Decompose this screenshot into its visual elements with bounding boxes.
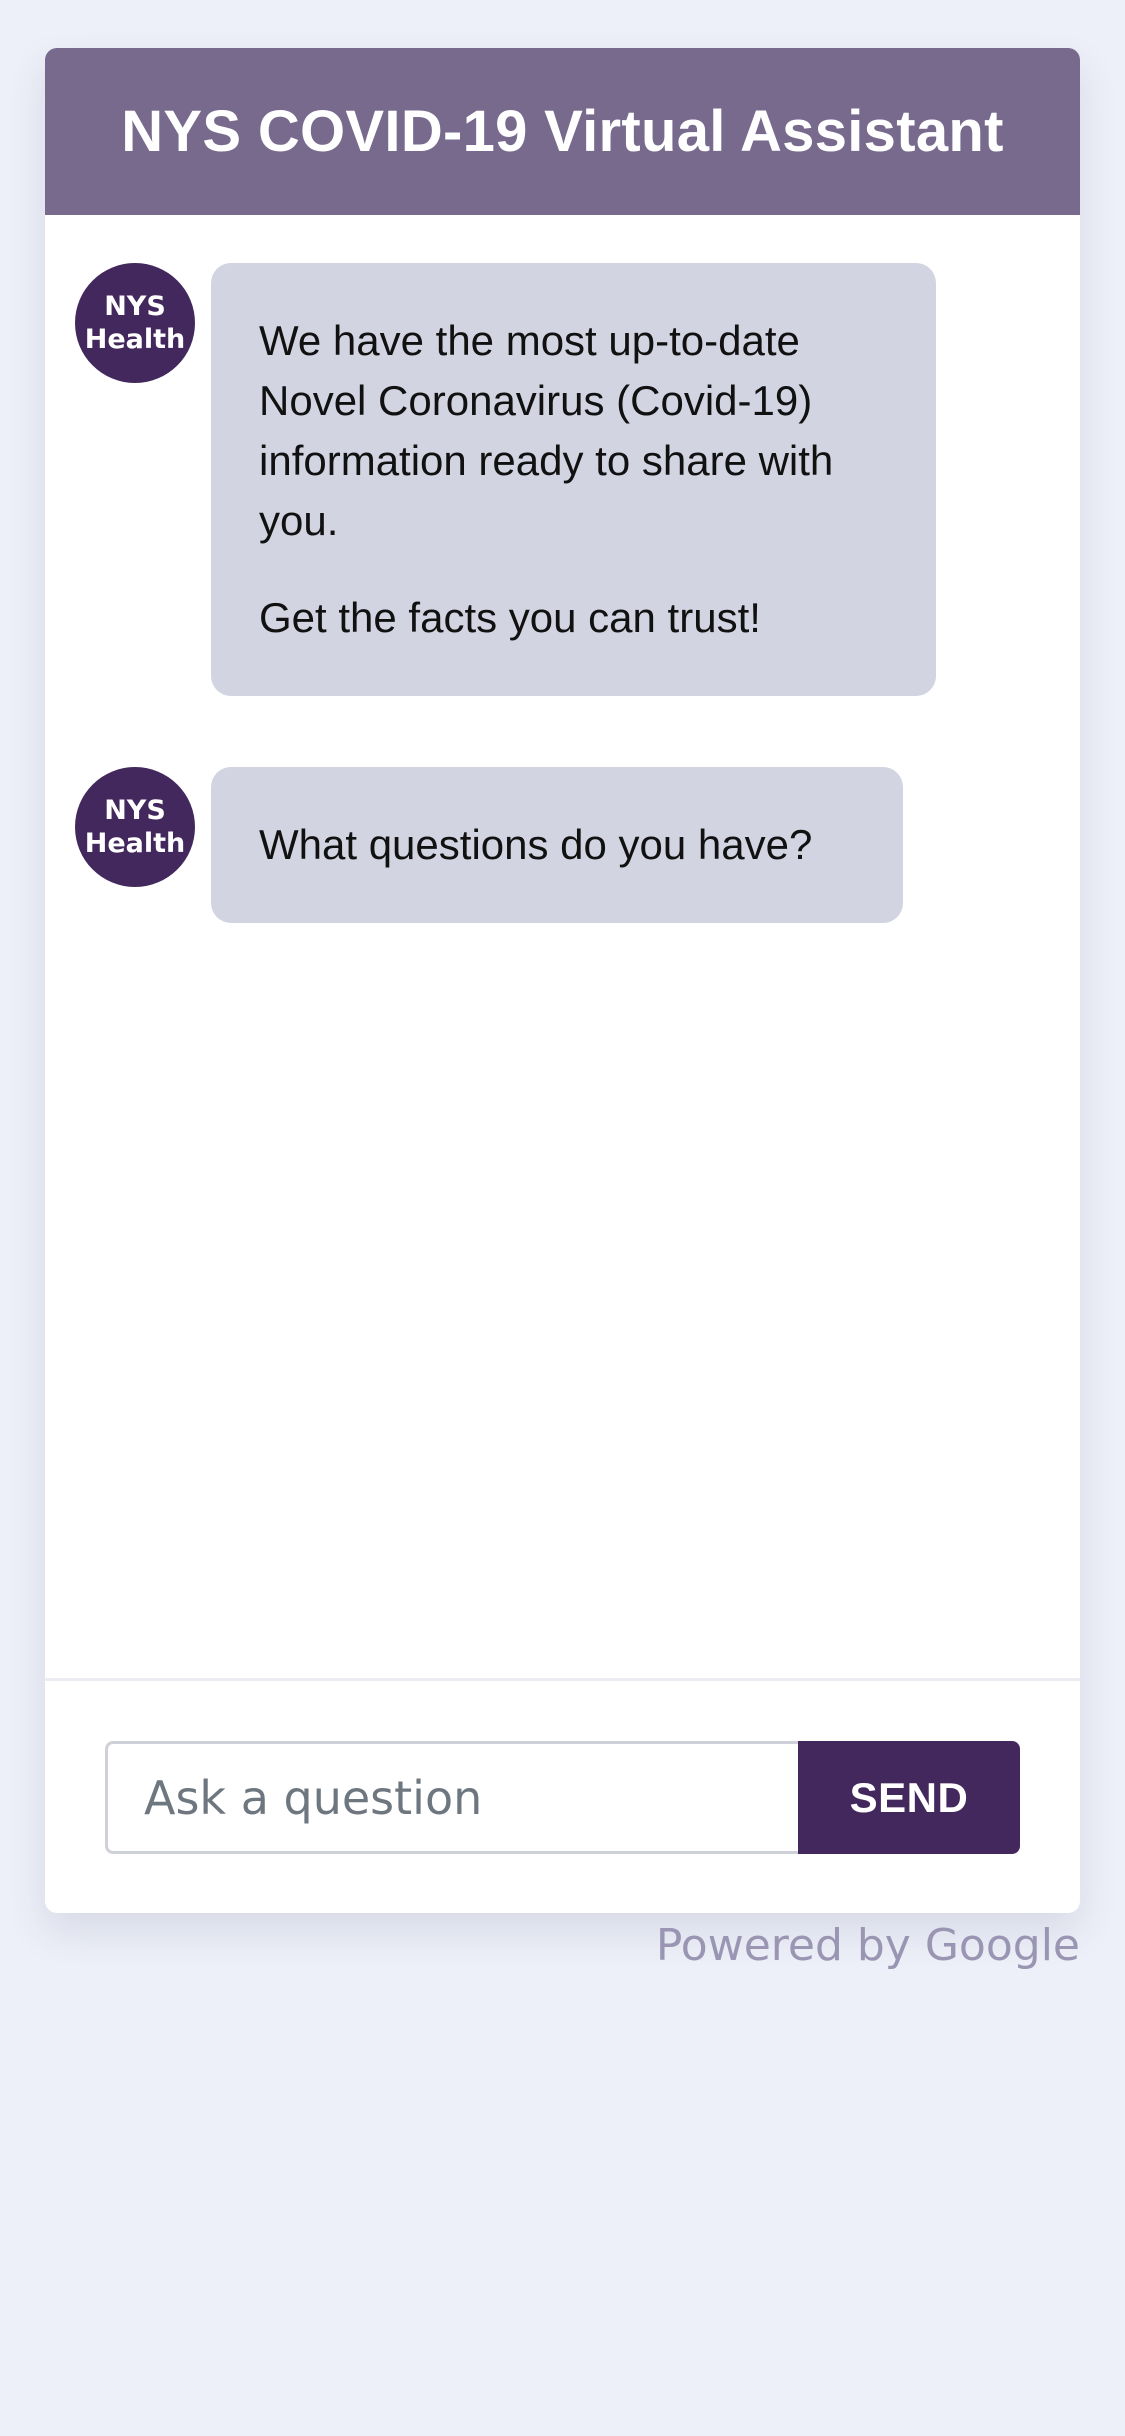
input-divider bbox=[45, 1678, 1080, 1681]
message-bubble: We have the most up-to-date Novel Corona… bbox=[211, 263, 936, 696]
nys-health-logo-icon: NYS Health bbox=[75, 263, 195, 383]
message-text: What questions do you have? bbox=[259, 821, 813, 868]
send-button[interactable]: SEND bbox=[798, 1741, 1020, 1854]
chat-title: NYS COVID-19 Virtual Assistant bbox=[121, 99, 1004, 164]
message-text: We have the most up-to-date Novel Corona… bbox=[259, 317, 834, 544]
avatar-line-1: NYS bbox=[104, 795, 166, 826]
bot-message: NYS Health We have the most up-to-date N… bbox=[75, 263, 936, 696]
avatar-line-2: Health bbox=[84, 828, 186, 859]
avatar-line-1: NYS bbox=[104, 291, 166, 322]
message-text: Get the facts you can trust! bbox=[259, 594, 761, 641]
bot-message: NYS Health What questions do you have? bbox=[75, 767, 903, 923]
powered-by-google: Powered by Google bbox=[655, 1920, 1080, 1971]
message-bubble: What questions do you have? bbox=[211, 767, 903, 923]
message-list[interactable]: NYS Health We have the most up-to-date N… bbox=[45, 215, 1080, 1727]
input-bar: SEND bbox=[105, 1741, 1020, 1854]
chat-header: NYS COVID-19 Virtual Assistant bbox=[45, 48, 1080, 215]
chat-window: NYS COVID-19 Virtual Assistant NYS Healt… bbox=[45, 48, 1080, 1913]
nys-health-logo-icon: NYS Health bbox=[75, 767, 195, 887]
avatar-line-2: Health bbox=[84, 324, 186, 355]
question-input[interactable] bbox=[105, 1741, 798, 1854]
